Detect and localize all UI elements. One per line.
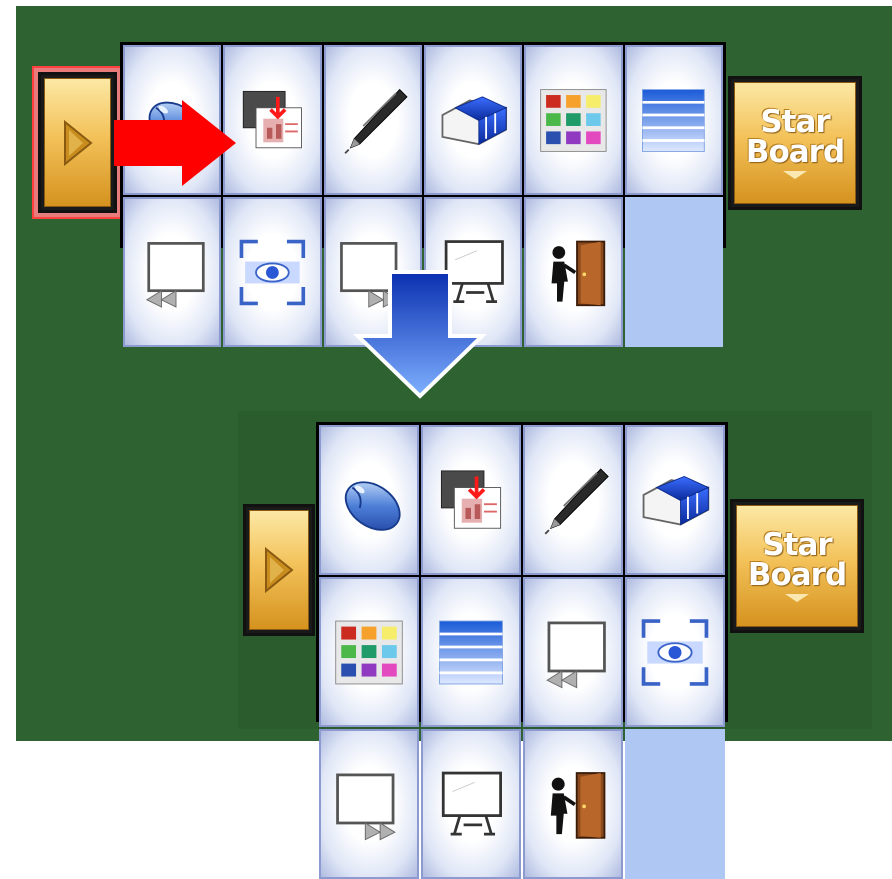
previous-page-icon <box>136 214 209 331</box>
mouse-tool[interactable] <box>319 425 419 575</box>
spotlight-icon <box>638 594 712 711</box>
next-page-icon <box>332 746 406 863</box>
exit-tool[interactable] <box>523 729 623 879</box>
expand-toolbar-button[interactable] <box>38 72 117 213</box>
empty-slot <box>625 729 725 879</box>
toolbar-after <box>316 422 728 879</box>
exit-door-icon <box>536 746 610 863</box>
spotlight-tool[interactable] <box>223 197 322 347</box>
chevron-down-icon <box>784 594 809 602</box>
next-page-tool[interactable] <box>319 729 419 879</box>
starboard-button-top[interactable]: Star Board <box>728 76 862 210</box>
previous-page-icon <box>536 594 610 711</box>
screen-shade-icon <box>434 594 508 711</box>
screen-shade-tool[interactable] <box>624 45 723 195</box>
red-arrow-right-icon <box>114 100 236 186</box>
pen-icon <box>536 442 610 559</box>
play-icon <box>265 546 294 594</box>
play-icon <box>63 119 93 166</box>
capture-tool[interactable] <box>421 425 521 575</box>
eraser-tool[interactable] <box>424 45 523 195</box>
starboard-label-line1: Star <box>762 527 832 563</box>
chevron-down-icon <box>782 171 807 179</box>
whiteboard-icon <box>434 746 508 863</box>
exit-tool[interactable] <box>524 197 623 347</box>
mouse-icon <box>332 442 406 559</box>
previous-page-tool[interactable] <box>523 577 623 727</box>
eraser-icon <box>638 442 712 559</box>
palette-icon <box>332 594 406 711</box>
whiteboard-tool[interactable] <box>421 729 521 879</box>
eraser-icon <box>437 62 510 179</box>
capture-icon <box>236 62 309 179</box>
palette-tool[interactable] <box>524 45 623 195</box>
screen-shade-tool[interactable] <box>421 577 521 727</box>
starboard-label-line1: Star <box>760 104 830 140</box>
pen-icon <box>336 62 409 179</box>
screen-shade-icon <box>637 62 710 179</box>
previous-page-tool[interactable] <box>123 197 222 347</box>
eraser-tool[interactable] <box>625 425 725 575</box>
capture-icon <box>434 442 508 559</box>
starboard-button-bottom[interactable]: Star Board <box>730 499 864 633</box>
blue-arrow-down-icon <box>353 270 487 399</box>
pen-tool[interactable] <box>523 425 623 575</box>
empty-slot <box>624 197 723 347</box>
palette-icon <box>537 62 610 179</box>
starboard-label-line2: Board <box>745 134 845 170</box>
exit-door-icon <box>537 214 610 331</box>
spotlight-tool[interactable] <box>625 577 725 727</box>
pen-tool[interactable] <box>323 45 422 195</box>
starboard-label-line2: Board <box>747 557 847 593</box>
spotlight-icon <box>236 214 309 331</box>
expand-toolbar-button-after[interactable] <box>243 504 315 636</box>
palette-tool[interactable] <box>319 577 419 727</box>
